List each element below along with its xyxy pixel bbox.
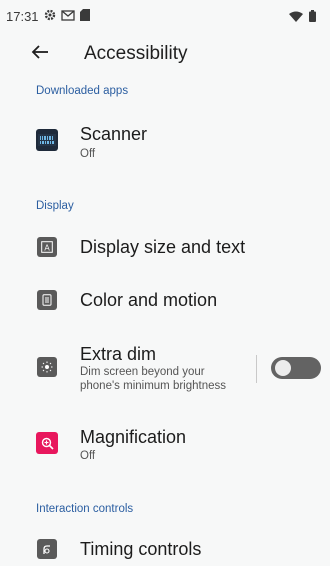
- text-size-icon: A: [37, 237, 57, 257]
- wifi-icon: [289, 10, 303, 25]
- timer-icon: [37, 539, 57, 559]
- status-left: 17:31: [6, 9, 90, 24]
- setting-subtitle: Dim screen beyond your phone's minimum b…: [80, 366, 226, 393]
- section-header-downloaded-apps: Downloaded apps: [36, 85, 129, 97]
- page-title: Accessibility: [84, 43, 188, 64]
- divider: [256, 355, 257, 383]
- subtitle-line: phone's minimum brightness: [80, 379, 227, 392]
- app-bar: Accessibility: [0, 34, 330, 74]
- subtitle-line: Dim screen beyond your: [80, 366, 205, 378]
- setting-title: Extra dim: [80, 344, 157, 364]
- status-right: [289, 10, 316, 25]
- magnify-icon: [36, 432, 58, 454]
- battery-icon: [309, 10, 316, 25]
- status-bar: 17:31: [0, 0, 330, 34]
- setting-title: Magnification: [80, 427, 187, 447]
- svg-text:A: A: [44, 243, 50, 252]
- setting-item-color-and-motion[interactable]: Color and motion: [0, 281, 330, 321]
- setting-item-scanner[interactable]: Scanner Off: [0, 114, 330, 170]
- setting-title: Display size and text: [80, 237, 246, 257]
- setting-item-magnification[interactable]: Magnification Off: [0, 422, 330, 478]
- brightness-dim-icon: [37, 357, 57, 377]
- gear-icon: [44, 9, 56, 24]
- toggle-knob: [275, 360, 291, 376]
- extra-dim-toggle[interactable]: [271, 357, 321, 379]
- arrow-back-icon: [31, 44, 49, 65]
- barcode-scanner-icon: [36, 129, 58, 151]
- setting-title: Scanner: [80, 124, 148, 144]
- section-header-display: Display: [36, 200, 74, 212]
- setting-title: Color and motion: [80, 290, 218, 310]
- sd-card-icon: [79, 9, 90, 24]
- gmail-icon: [60, 9, 75, 24]
- setting-subtitle: Off: [80, 148, 96, 160]
- setting-item-timing-controls[interactable]: Timing controls: [0, 532, 330, 566]
- section-header-interaction-controls: Interaction controls: [36, 503, 134, 515]
- setting-subtitle: Off: [80, 450, 96, 462]
- back-button[interactable]: [26, 42, 54, 66]
- status-time: 17:31: [6, 9, 39, 24]
- setting-item-display-size-and-text[interactable]: A Display size and text: [0, 228, 330, 268]
- color-motion-icon: [37, 290, 57, 310]
- setting-title: Timing controls: [80, 539, 202, 559]
